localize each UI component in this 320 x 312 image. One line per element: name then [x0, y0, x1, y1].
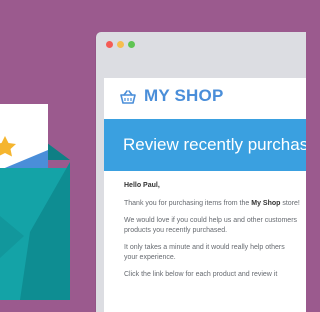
p2-line-1: We would love if you could help us and o…: [124, 217, 298, 224]
maximize-window-dot[interactable]: [128, 41, 135, 48]
p2-line-2: products you recently purchased.: [124, 227, 228, 234]
shop-header: MY SHOP: [104, 78, 306, 114]
p1-suffix: store!: [280, 200, 300, 207]
p4-line-1: Click the link below for each product an…: [124, 271, 278, 278]
email-paragraph-4: Click the link below for each product an…: [124, 270, 306, 280]
email-paragraph-1: Thank you for purchasing items from the …: [124, 199, 306, 209]
browser-titlebar: [96, 32, 306, 54]
shop-name: MY SHOP: [144, 86, 224, 105]
email-paragraph-2: We would love if you could help us and o…: [124, 216, 306, 226]
browser-toolbar: [96, 54, 306, 92]
review-banner: Review recently purchased products: [104, 119, 306, 171]
email-body: Hello Paul, Thank you for purchasing ite…: [124, 181, 306, 287]
email-paragraph-2b: products you recently purchased.: [124, 226, 306, 236]
banner-title: Review recently purchased products: [123, 135, 306, 154]
p1-shop-name: My Shop: [251, 200, 281, 207]
basket-icon: [120, 90, 136, 104]
email-paragraph-3: It only takes a minute and it would real…: [124, 243, 306, 253]
browser-window: MY SHOP Review recently purchased produc…: [96, 32, 306, 312]
p3-line-2: your experience.: [124, 254, 176, 261]
email-greeting: Hello Paul,: [124, 182, 160, 189]
envelope-icon: [0, 104, 70, 300]
email-preview: MY SHOP Review recently purchased produc…: [104, 78, 306, 312]
close-window-dot[interactable]: [106, 41, 113, 48]
email-paragraph-3b: your experience.: [124, 253, 306, 263]
p3-line-1: It only takes a minute and it would real…: [124, 244, 285, 251]
minimize-window-dot[interactable]: [117, 41, 124, 48]
p1-prefix: Thank you for purchasing items from the: [124, 200, 252, 207]
